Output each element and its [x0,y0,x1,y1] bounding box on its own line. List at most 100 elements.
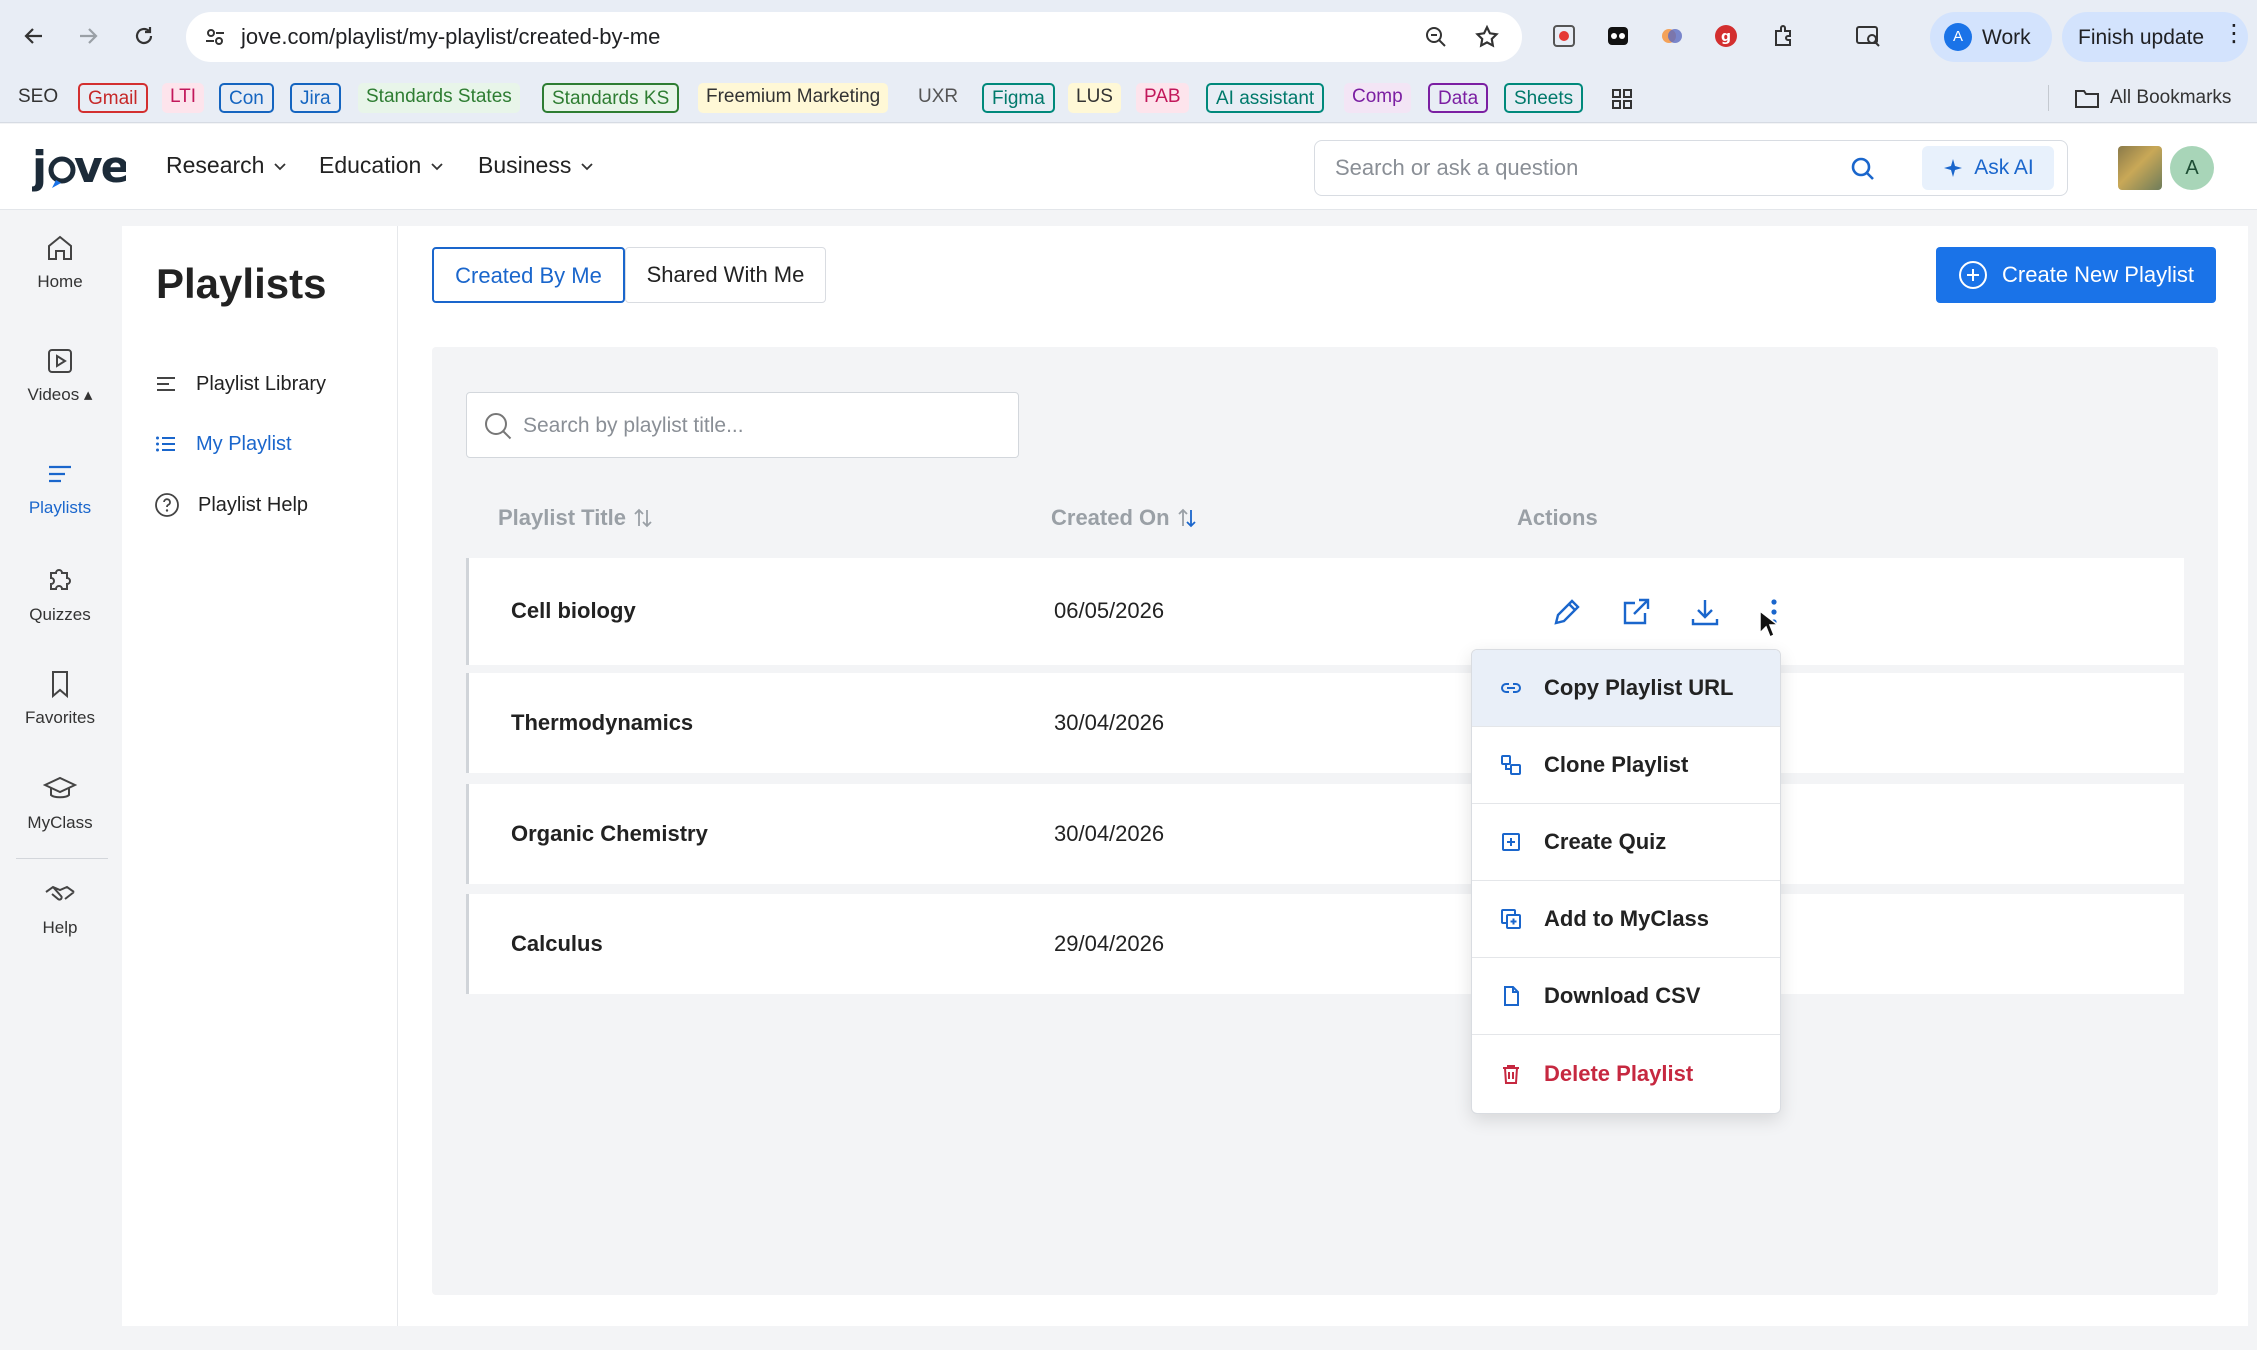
playlist-title[interactable]: Calculus [511,931,603,957]
sidebar-item-my-playlist[interactable]: My Playlist [154,432,292,456]
bookmark[interactable]: Standards KS [542,83,680,113]
ask-ai-label: Ask AI [1974,156,2034,179]
column-header-title[interactable]: Playlist Title [498,505,654,531]
playlist-search-input[interactable] [523,411,993,441]
rail-divider [16,858,108,859]
bookmark[interactable]: LUS [1068,83,1121,113]
arrow-right-icon [80,28,98,44]
nav-business[interactable]: Business [478,152,595,179]
trash-icon [1472,1062,1550,1086]
add-class-icon [1472,907,1550,931]
profile-button[interactable]: A Work [1930,12,2052,62]
bookmark[interactable]: Figma [982,83,1055,113]
sidebar-item-playlist-library[interactable]: Playlist Library [154,372,326,396]
address-bar[interactable]: jove.com/playlist/my-playlist/created-by… [186,12,1522,62]
rail-item-myclass[interactable]: MyClass [0,773,120,833]
rail-item-quizzes[interactable]: Quizzes [0,563,120,625]
bookmark[interactable]: Standards States [358,83,520,113]
download-icon [1691,600,1719,626]
column-header-actions: Actions [1517,505,1598,530]
sort-icon [1177,508,1196,528]
sparkle-icon [1944,159,1963,177]
sidebar-item-playlist-help[interactable]: Playlist Help [154,492,308,518]
bookmark[interactable]: PAB [1136,83,1189,113]
user-avatar[interactable]: A [2170,146,2214,190]
created-date: 30/04/2026 [1054,710,1165,735]
menu-item-add-to-myclass[interactable]: Add to MyClass [1472,881,1780,958]
edit-button[interactable] [1547,592,1587,632]
rail-item-videos[interactable]: Videos ▴ [0,345,120,405]
open-external-button[interactable] [1616,592,1656,632]
playlist-actions-menu: Copy Playlist URL Clone Playlist Create … [1471,649,1781,1114]
created-date: 06/05/2026 [1054,598,1165,623]
list-lines-icon [157,377,175,391]
bulleted-list-icon [156,436,175,452]
playlist-title[interactable]: Thermodynamics [511,710,693,736]
sidebar-item-label: My Playlist [196,432,292,455]
reload-button[interactable] [126,18,162,54]
finish-update-button[interactable]: Finish update ⋮ [2062,12,2248,62]
jove-logo[interactable]: j ve [30,142,131,205]
bookmark[interactable]: SEO [10,83,66,113]
search-icon[interactable] [1849,155,1877,188]
bookmark[interactable]: AI assistant [1206,83,1325,113]
svg-text:ve: ve [74,142,126,193]
rail-item-label: Playlists [28,498,92,517]
bookmark[interactable]: Gmail [78,83,148,113]
forward-button[interactable] [70,18,106,54]
rail-item-favorites[interactable]: Favorites [0,668,120,728]
search-icon [483,411,513,446]
download-button[interactable] [1685,592,1725,632]
rail-item-label: Help [42,918,78,937]
back-button[interactable] [16,18,52,54]
create-new-playlist-button[interactable]: Create New Playlist [1936,247,2216,303]
playlist-title[interactable]: Organic Chemistry [511,821,708,847]
chevron-down-icon [581,162,593,170]
tab-search-icon[interactable] [1852,20,1884,52]
all-bookmarks-button[interactable]: All Bookmarks [2074,83,2231,113]
rail-item-playlists[interactable]: Playlists [0,458,120,518]
playlists-sidebar: Playlists Playlist Library My Playlist P… [122,226,398,1326]
created-date: 29/04/2026 [1054,931,1165,956]
puzzle-extensions-icon[interactable] [1768,20,1800,52]
screenshot-extension-icon[interactable] [1548,20,1580,52]
menu-item-create-quiz[interactable]: Create Quiz [1472,804,1780,881]
handshake-icon [45,885,75,901]
grammarly-icon[interactable]: g [1710,20,1742,52]
sidebar-item-label: Playlist Help [198,493,309,516]
bookmark[interactable]: Freemium Marketing [698,83,889,113]
nav-research-label: Research [166,152,265,178]
nav-research[interactable]: Research [166,152,288,179]
menu-item-clone-playlist[interactable]: Clone Playlist [1472,727,1780,804]
global-search-input[interactable] [1335,153,1835,183]
rail-item-home[interactable]: Home [0,232,120,292]
bookmark[interactable]: LTI [162,83,205,113]
menu-item-delete-playlist[interactable]: Delete Playlist [1472,1035,1780,1112]
bookmark[interactable]: Data [1428,83,1489,113]
bookmark[interactable]: Comp [1344,83,1411,113]
menu-item-download-csv[interactable]: Download CSV [1472,958,1780,1035]
bookmark[interactable]: Con [219,83,274,113]
table-row[interactable]: Calculus 29/04/2026 [466,894,2184,994]
nav-education[interactable]: Education [319,152,445,179]
bookmark-icon [52,671,68,699]
profile-label: Work [1982,26,2031,49]
rail-item-help[interactable]: Help [0,878,120,938]
ask-ai-button[interactable]: Ask AI [1922,146,2054,190]
table-row[interactable]: Cell biology 06/05/2026 [466,558,2184,665]
menu-item-copy-playlist-url[interactable]: Copy Playlist URL [1472,650,1780,727]
tab-created-by-me[interactable]: Created By Me [432,247,625,303]
bookmark[interactable]: Jira [290,83,341,113]
color-extension-icon[interactable] [1656,20,1688,52]
column-header-created-on[interactable]: Created On [1051,505,1198,531]
table-row[interactable]: Thermodynamics 30/04/2026 [466,673,2184,773]
apps-grid-icon[interactable] [1610,87,1634,116]
sort-icon [634,508,652,528]
tab-shared-with-me[interactable]: Shared With Me [625,247,826,303]
extension-icon[interactable] [1602,20,1634,52]
bookmarks-bar: SEO Gmail LTI Con Jira Standards States … [0,73,2257,123]
table-row[interactable]: Organic Chemistry 30/04/2026 [466,784,2184,884]
bookmark[interactable]: UXR [910,83,966,113]
bookmark[interactable]: Sheets [1504,83,1584,113]
playlist-title[interactable]: Cell biology [511,598,636,624]
